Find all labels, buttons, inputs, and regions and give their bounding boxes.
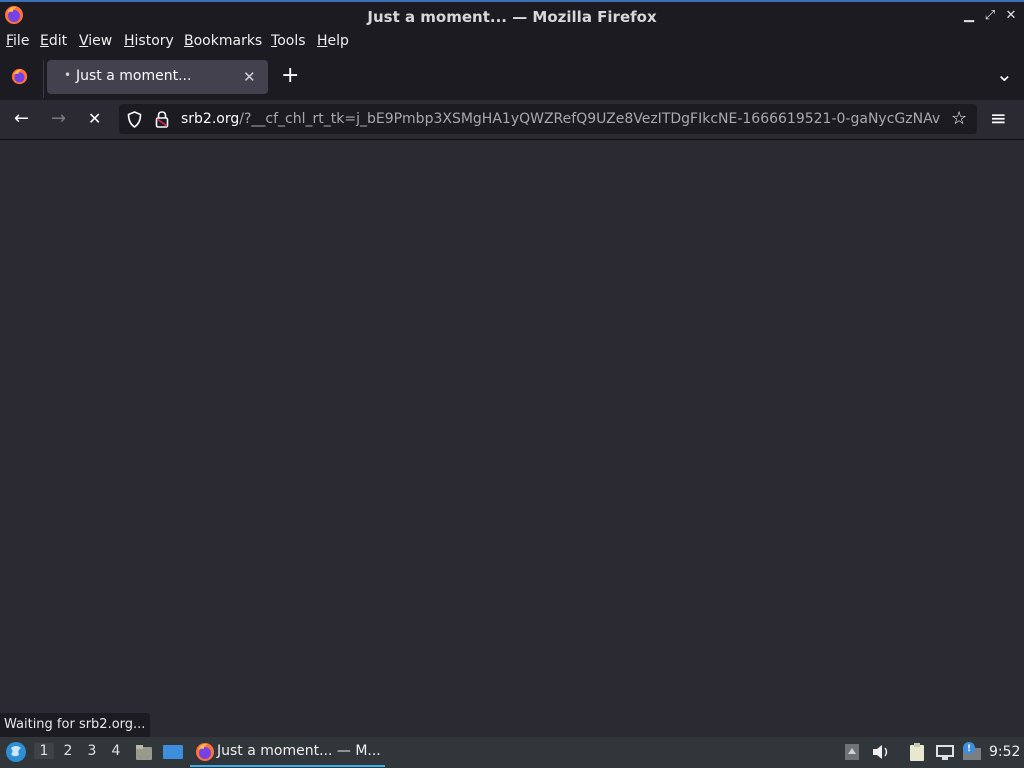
window-title: Just a moment... — Mozilla Firefox	[367, 8, 657, 26]
start-menu-icon[interactable]	[5, 741, 27, 763]
network-icon[interactable]	[934, 742, 956, 762]
volume-icon[interactable]	[871, 743, 891, 761]
taskbar-firefox-task[interactable]: Just a moment... — M...	[190, 739, 385, 767]
list-all-tabs-button[interactable]: ⌄	[996, 62, 1013, 86]
workspace-2[interactable]: 2	[58, 743, 78, 759]
file-manager-icon[interactable]	[134, 742, 154, 762]
close-window-button[interactable]: ✕	[1001, 6, 1021, 26]
menu-view[interactable]: View	[79, 33, 112, 49]
tab-close-icon[interactable]: ✕	[243, 68, 256, 86]
menu-tools[interactable]: Tools	[271, 33, 306, 49]
clipboard-icon[interactable]	[907, 742, 927, 762]
clock[interactable]: 9:52	[989, 744, 1020, 760]
back-button[interactable]: ←	[14, 108, 29, 129]
new-tab-button[interactable]: +	[281, 63, 299, 88]
stop-button[interactable]: ✕	[88, 109, 101, 128]
taskbar: 1 2 3 4 Just a moment... — M... 9:52	[0, 737, 1024, 768]
shield-icon[interactable]	[127, 111, 142, 128]
menu-file[interactable]: File	[6, 33, 29, 49]
tab-separator	[43, 60, 44, 98]
menu-help[interactable]: Help	[317, 33, 349, 49]
menu-edit[interactable]: Edit	[40, 33, 67, 49]
maximize-button[interactable]: ⤢	[980, 6, 1000, 26]
tab-bar: • Just a moment... ✕ + ⌄	[0, 52, 1024, 100]
bookmark-star-icon[interactable]: ☆	[951, 108, 967, 129]
navigation-bar: ← → ✕ srb2.org/?__cf_chl_rt_tk=j_bE9Pmbp…	[0, 100, 1024, 140]
menubar: File Edit View History Bookmarks Tools H…	[0, 30, 1024, 52]
forward-button[interactable]: →	[51, 108, 66, 129]
page-content[interactable]	[0, 141, 1024, 737]
window-titlebar[interactable]: Just a moment... — Mozilla Firefox ▁ ⤢ ✕	[0, 0, 1024, 30]
notification-icon[interactable]	[961, 741, 983, 763]
menu-history[interactable]: History	[124, 33, 174, 49]
tab-active[interactable]: • Just a moment... ✕	[47, 60, 268, 94]
tab-title: Just a moment...	[76, 68, 192, 84]
workspace-3[interactable]: 3	[82, 743, 102, 759]
tab-loading-icon: •	[64, 68, 72, 82]
status-panel: Waiting for srb2.org...	[0, 713, 151, 737]
firefox-view-icon[interactable]	[11, 68, 28, 85]
show-desktop-icon[interactable]	[162, 742, 184, 762]
url-bar[interactable]: srb2.org/?__cf_chl_rt_tk=j_bE9Pmbp3XSMgH…	[119, 104, 977, 134]
taskbar-task-label: Just a moment... — M...	[217, 743, 381, 759]
url-text: srb2.org/?__cf_chl_rt_tk=j_bE9Pmbp3XSMgH…	[181, 111, 941, 127]
menu-bookmarks[interactable]: Bookmarks	[184, 33, 262, 49]
lock-warning-icon[interactable]	[155, 110, 169, 128]
workspace-4[interactable]: 4	[106, 743, 126, 759]
tray-arrow-icon[interactable]	[844, 743, 860, 761]
minimize-button[interactable]: ▁	[959, 6, 979, 26]
firefox-icon	[196, 743, 214, 761]
workspace-1[interactable]: 1	[34, 743, 54, 759]
app-menu-button[interactable]: ≡	[990, 106, 1007, 130]
